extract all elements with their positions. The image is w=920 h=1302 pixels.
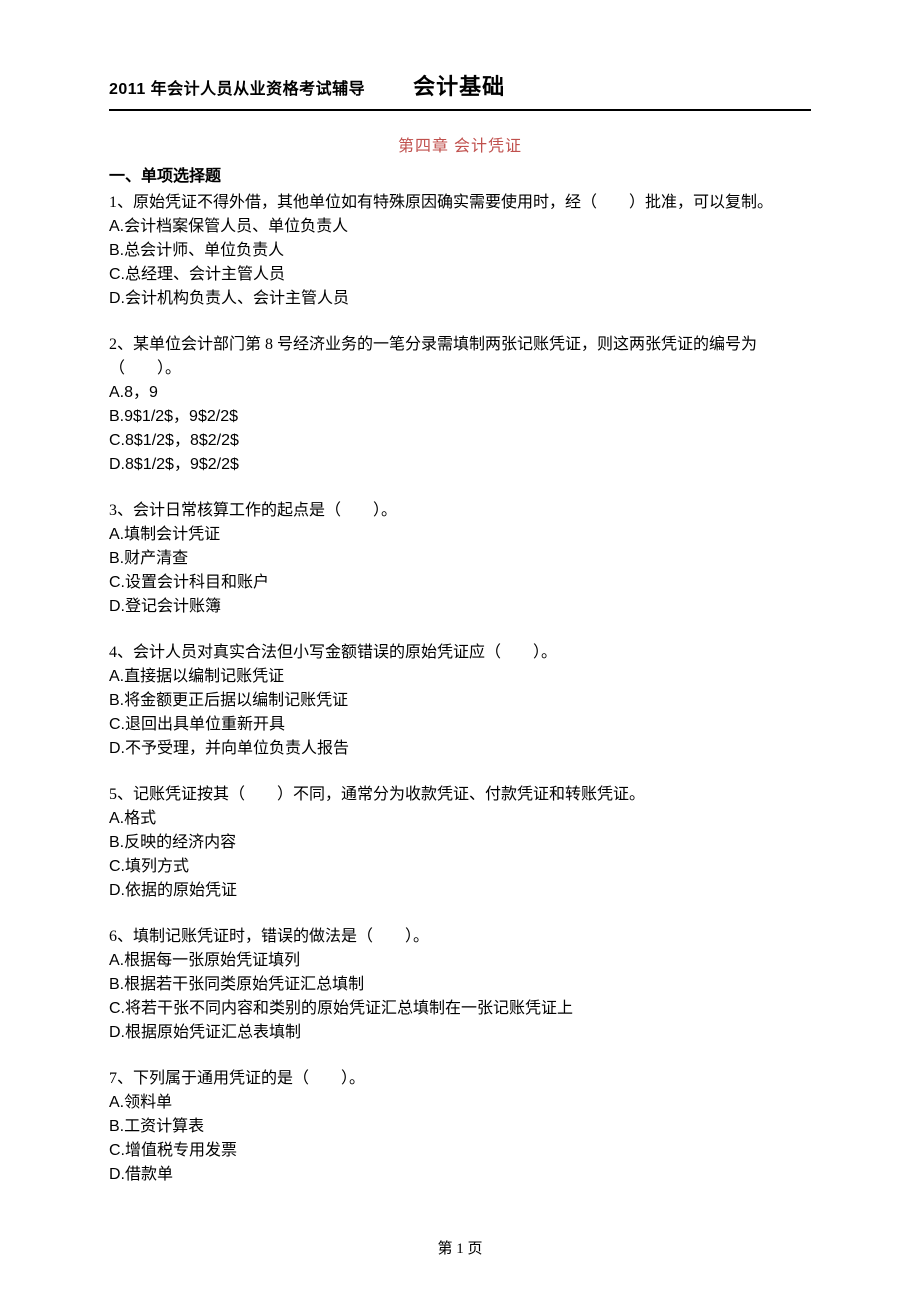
question-text: 2、某单位会计部门第 8 号经济业务的一笔分录需填制两张记账凭证，则这两张凭证的…	[109, 333, 811, 381]
question-option: A.8，9	[109, 381, 811, 405]
question-option: A.领料单	[109, 1091, 811, 1115]
question-option: C.设置会计科目和账户	[109, 571, 811, 595]
chapter-title: 第四章 会计凭证	[109, 135, 811, 159]
page-number: 第 1 页	[0, 1238, 920, 1261]
question-option: C.将若干张不同内容和类别的原始凭证汇总填制在一张记账凭证上	[109, 997, 811, 1021]
question-block: 2、某单位会计部门第 8 号经济业务的一笔分录需填制两张记账凭证，则这两张凭证的…	[109, 333, 811, 477]
header-left: 2011 年会计人员从业资格考试辅导	[109, 78, 365, 102]
question-option: C.8$1/2$，8$2/2$	[109, 429, 811, 453]
question-option: D.借款单	[109, 1163, 811, 1187]
section-heading: 一、单项选择题	[109, 165, 811, 189]
question-block: 4、会计人员对真实合法但小写金额错误的原始凭证应（ ）。 A.直接据以编制记账凭…	[109, 641, 811, 761]
question-option: A.直接据以编制记账凭证	[109, 665, 811, 689]
document-page: 2011 年会计人员从业资格考试辅导 会计基础 第四章 会计凭证 一、单项选择题…	[0, 0, 920, 1302]
question-option: D.8$1/2$，9$2/2$	[109, 453, 811, 477]
question-option: B.总会计师、单位负责人	[109, 239, 811, 263]
question-option: B.9$1/2$，9$2/2$	[109, 405, 811, 429]
question-option: D.会计机构负责人、会计主管人员	[109, 287, 811, 311]
question-text: 1、原始凭证不得外借，其他单位如有特殊原因确实需要使用时，经（ ）批准，可以复制…	[109, 191, 811, 215]
question-option: D.登记会计账簿	[109, 595, 811, 619]
question-text: 6、填制记账凭证时，错误的做法是（ ）。	[109, 925, 811, 949]
question-option: D.根据原始凭证汇总表填制	[109, 1021, 811, 1045]
question-option: C.填列方式	[109, 855, 811, 879]
question-option: A.根据每一张原始凭证填列	[109, 949, 811, 973]
question-option: C.增值税专用发票	[109, 1139, 811, 1163]
question-block: 3、会计日常核算工作的起点是（ ）。 A.填制会计凭证 B.财产清查 C.设置会…	[109, 499, 811, 619]
question-text: 3、会计日常核算工作的起点是（ ）。	[109, 499, 811, 523]
question-option: B.将金额更正后据以编制记账凭证	[109, 689, 811, 713]
question-option: B.根据若干张同类原始凭证汇总填制	[109, 973, 811, 997]
question-block: 1、原始凭证不得外借，其他单位如有特殊原因确实需要使用时，经（ ）批准，可以复制…	[109, 191, 811, 311]
question-block: 7、下列属于通用凭证的是（ ）。 A.领料单 B.工资计算表 C.增值税专用发票…	[109, 1067, 811, 1187]
question-block: 5、记账凭证按其（ ）不同，通常分为收款凭证、付款凭证和转账凭证。 A.格式 B…	[109, 783, 811, 903]
question-option: A.格式	[109, 807, 811, 831]
question-option: D.不予受理，并向单位负责人报告	[109, 737, 811, 761]
header-right: 会计基础	[413, 70, 505, 103]
question-text: 7、下列属于通用凭证的是（ ）。	[109, 1067, 811, 1091]
page-header: 2011 年会计人员从业资格考试辅导 会计基础	[109, 70, 811, 111]
question-option: B.工资计算表	[109, 1115, 811, 1139]
question-option: B.反映的经济内容	[109, 831, 811, 855]
question-option: A.填制会计凭证	[109, 523, 811, 547]
question-option: C.退回出具单位重新开具	[109, 713, 811, 737]
question-text: 4、会计人员对真实合法但小写金额错误的原始凭证应（ ）。	[109, 641, 811, 665]
question-option: C.总经理、会计主管人员	[109, 263, 811, 287]
question-text: 5、记账凭证按其（ ）不同，通常分为收款凭证、付款凭证和转账凭证。	[109, 783, 811, 807]
question-option: A.会计档案保管人员、单位负责人	[109, 215, 811, 239]
question-option: D.依据的原始凭证	[109, 879, 811, 903]
question-option: B.财产清查	[109, 547, 811, 571]
question-block: 6、填制记账凭证时，错误的做法是（ ）。 A.根据每一张原始凭证填列 B.根据若…	[109, 925, 811, 1045]
